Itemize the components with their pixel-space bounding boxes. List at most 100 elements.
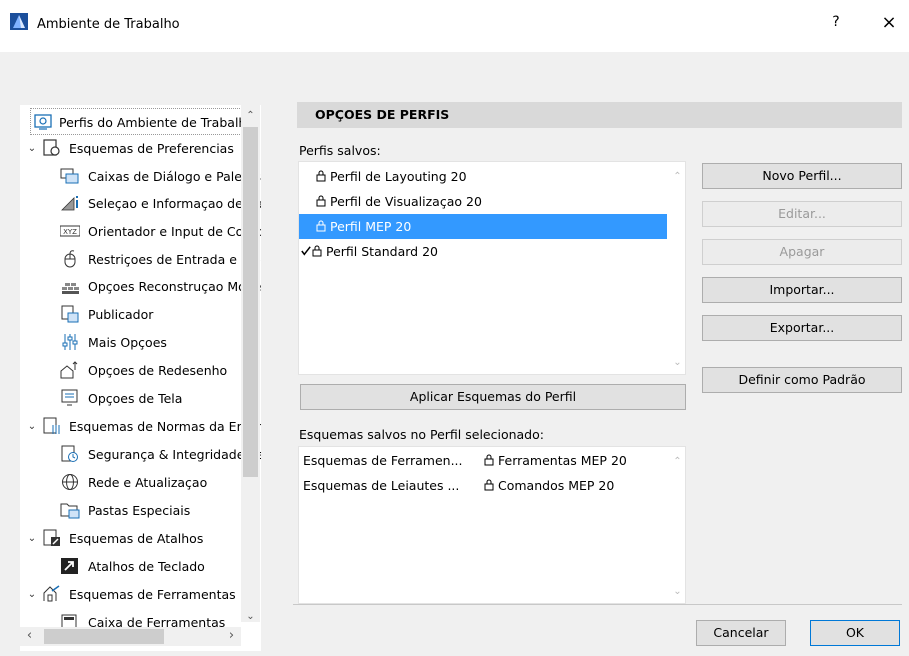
export-profile-button[interactable]: Exportar... xyxy=(702,315,902,341)
tree-item-publisher[interactable]: Publicador xyxy=(20,301,260,328)
tree-item-coordinates[interactable]: XYZ Orientador e Input de Coordenadas xyxy=(20,218,261,245)
close-button[interactable]: × xyxy=(878,12,900,34)
tree-item-keyboard-shortcuts[interactable]: Atalhos de Teclado xyxy=(20,553,260,580)
scroll-up-icon[interactable]: ⌃ xyxy=(668,168,685,186)
section-header: OPÇOES DE PERFIS xyxy=(297,102,902,128)
apply-profile-schemes-button[interactable]: Aplicar Esquemas do Perfil xyxy=(300,384,686,410)
tree-item-workspace-profiles[interactable]: Perfis do Ambiente de Trabalho xyxy=(30,108,254,135)
chevron-down-icon[interactable]: ⌄ xyxy=(26,135,38,162)
lock-icon xyxy=(316,170,326,182)
tree-item-network-update[interactable]: Rede e Atualizaçao xyxy=(20,469,260,496)
dialog-boxes-icon xyxy=(60,168,79,184)
tree-item-company-standards[interactable]: ⌄ Esquemas de Normas da Empresa xyxy=(20,413,261,440)
tree-item-label: Atalhos de Teclado xyxy=(88,559,205,574)
tree-item-label: Restriçoes de Entrada e Edição xyxy=(88,252,261,267)
redraw-icon xyxy=(60,361,78,379)
tree-item-label: Publicador xyxy=(88,307,154,322)
workspace-profile-icon xyxy=(34,114,52,130)
delete-profile-button[interactable]: Apagar xyxy=(702,239,902,265)
checkmark-icon xyxy=(301,246,311,256)
tree-item-redraw-options[interactable]: Opçoes de Redesenho xyxy=(20,357,260,384)
tree-item-label: Mais Opçoes xyxy=(88,335,167,350)
tree-item-data-security[interactable]: Segurança & Integridade de Dados xyxy=(20,441,261,468)
chevron-down-icon[interactable]: ⌄ xyxy=(26,413,38,440)
cancel-button[interactable]: Cancelar xyxy=(696,620,786,646)
folders-icon xyxy=(60,503,80,519)
tree-item-shortcut-schemes[interactable]: ⌄ Esquemas de Atalhos xyxy=(20,525,260,552)
profile-row[interactable]: Perfil de Layouting 20 xyxy=(299,164,667,189)
tree-item-label: Esquemas de Normas da Empresa xyxy=(69,419,261,434)
window-title: Ambiente de Trabalho xyxy=(37,17,180,32)
tree-item-dialog-boxes[interactable]: Caixas de Diálogo e Paletas xyxy=(20,163,261,190)
set-default-button[interactable]: Definir como Padrão xyxy=(702,367,902,393)
lock-icon xyxy=(484,479,494,491)
title-bar: Ambiente de Trabalho ? × xyxy=(0,0,909,52)
scheme-type: Esquemas de Ferramen... xyxy=(303,453,463,468)
profile-name: Perfil Standard 20 xyxy=(326,244,438,259)
scrollbar-thumb[interactable] xyxy=(243,127,258,477)
tree-item-more-options[interactable]: Mais Opçoes xyxy=(20,329,260,356)
help-button[interactable]: ? xyxy=(826,14,846,34)
lock-icon xyxy=(316,220,326,232)
scrollbar-thumb[interactable] xyxy=(44,629,164,644)
scroll-up-icon[interactable]: ⌃ xyxy=(668,453,685,471)
scroll-down-icon[interactable]: ⌄ xyxy=(668,583,685,601)
scroll-down-icon[interactable]: ⌄ xyxy=(668,354,685,372)
keyboard-shortcut-icon xyxy=(61,558,78,574)
preferences-tree[interactable]: Perfis do Ambiente de Trabalho ⌄ Esquema… xyxy=(20,105,261,651)
screen-options-icon xyxy=(61,389,78,406)
profile-row[interactable]: Perfil de Visualizaçao 20 xyxy=(299,189,667,214)
profile-row[interactable]: Perfil Standard 20 xyxy=(299,239,667,264)
tree-item-label: Caixas de Diálogo e Paletas xyxy=(88,169,261,184)
saved-profiles-list[interactable]: Perfil de Layouting 20 Perfil de Visuali… xyxy=(298,161,686,375)
tree-item-label: Segurança & Integridade de Dados xyxy=(88,447,261,462)
globe-icon xyxy=(62,474,78,490)
edit-profile-button[interactable]: Editar... xyxy=(702,201,902,227)
new-profile-button[interactable]: Novo Perfil... xyxy=(702,163,902,189)
mouse-icon xyxy=(64,250,76,268)
scroll-right-icon[interactable]: › xyxy=(222,627,241,645)
app-logo-icon xyxy=(10,13,28,30)
tree-item-label: Orientador e Input de Coordenadas xyxy=(88,224,261,239)
chevron-down-icon[interactable]: ⌄ xyxy=(26,525,38,552)
tree-vertical-scrollbar[interactable]: ⌃ ⌄ xyxy=(241,105,260,622)
lock-icon xyxy=(484,454,494,466)
tree-item-input-constraints[interactable]: Restriçoes de Entrada e Edição xyxy=(20,246,261,273)
tree-item-label: Perfis do Ambiente de Trabalho xyxy=(59,115,254,130)
company-standards-icon xyxy=(43,417,60,434)
scheme-value: Comandos MEP 20 xyxy=(498,478,615,493)
tree-item-label: Pastas Especiais xyxy=(88,503,191,518)
scheme-value: Ferramentas MEP 20 xyxy=(498,453,627,468)
profile-name: Perfil MEP 20 xyxy=(329,219,412,234)
saved-profiles-label: Perfis salvos: xyxy=(299,143,381,158)
chevron-down-icon[interactable]: ⌄ xyxy=(26,581,38,608)
scheme-type: Esquemas de Leiautes ... xyxy=(303,478,460,493)
scroll-down-icon[interactable]: ⌄ xyxy=(241,608,260,626)
scroll-left-icon[interactable]: ‹ xyxy=(20,627,39,645)
xyz-icon: XYZ xyxy=(60,225,80,237)
preferences-scheme-icon xyxy=(43,139,60,156)
ok-button[interactable]: OK xyxy=(810,620,900,646)
scroll-up-icon[interactable]: ⌃ xyxy=(241,107,260,125)
profile-row-selected[interactable]: Perfil MEP 20 xyxy=(299,214,667,239)
tree-item-selection-info[interactable]: Seleçao e Informaçao de Elemento xyxy=(20,190,261,217)
import-profile-button[interactable]: Importar... xyxy=(702,277,902,303)
tree-item-special-folders[interactable]: Pastas Especiais xyxy=(20,497,260,524)
publisher-icon xyxy=(61,305,79,323)
profile-name: Perfil de Visualizaçao 20 xyxy=(329,194,482,209)
scheme-row[interactable]: Esquemas de Leiautes ... Comandos MEP 20 xyxy=(299,473,667,498)
tool-scheme-icon xyxy=(43,585,60,602)
scheme-row[interactable]: Esquemas de Ferramen... Ferramentas MEP … xyxy=(299,448,667,473)
tree-item-preferences-schemes[interactable]: ⌄ Esquemas de Preferencias xyxy=(20,135,260,162)
tree-item-label: Rede e Atualizaçao xyxy=(88,475,208,490)
tree-item-label: Esquemas de Atalhos xyxy=(69,531,204,546)
tree-horizontal-scrollbar[interactable]: ‹ › xyxy=(20,627,241,646)
tree-item-screen-options[interactable]: Opçoes de Tela xyxy=(20,385,260,412)
svg-text:XYZ: XYZ xyxy=(63,228,77,236)
profile-schemes-list[interactable]: Esquemas de Ferramen... Ferramentas MEP … xyxy=(298,446,686,604)
lock-icon xyxy=(316,195,326,207)
tree-item-label: Opçoes Reconstruçao Modelo xyxy=(88,279,261,294)
tree-item-tool-schemes[interactable]: ⌄ Esquemas de Ferramentas xyxy=(20,581,260,608)
tree-item-model-rebuild[interactable]: Opçoes Reconstruçao Modelo xyxy=(20,273,261,300)
shortcut-scheme-icon xyxy=(43,529,60,546)
